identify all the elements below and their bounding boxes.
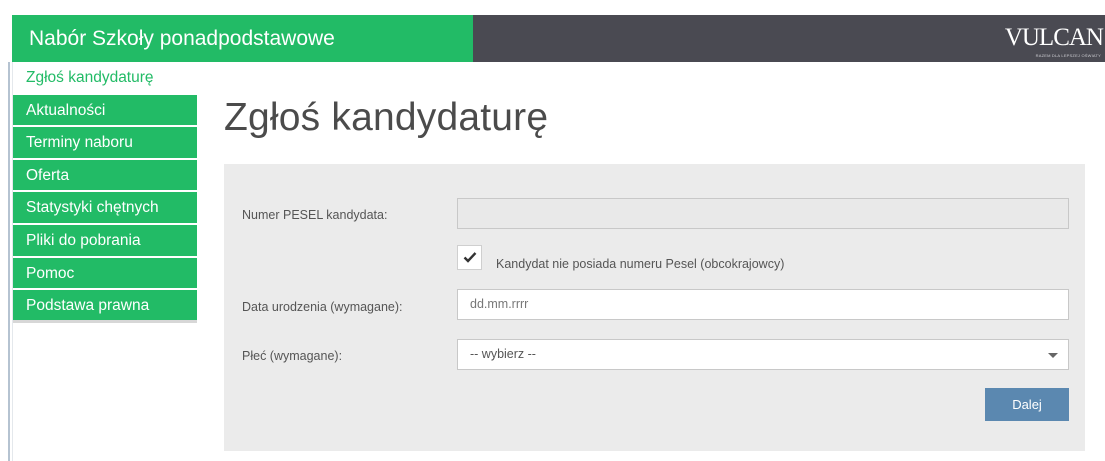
sidebar: Zgłoś kandydaturę Aktualności Terminy na… bbox=[13, 62, 197, 324]
candidate-form: Numer PESEL kandydata: Kandydat nie posi… bbox=[224, 164, 1085, 451]
sidebar-item-podstawa-prawna[interactable]: Podstawa prawna bbox=[13, 290, 197, 321]
sidebar-item-zglos-kandydature[interactable]: Zgłoś kandydaturę bbox=[13, 62, 197, 95]
sidebar-item-aktualnosci[interactable]: Aktualności bbox=[13, 94, 197, 128]
vulcan-logo-text: VULCAN bbox=[1004, 24, 1104, 51]
no-pesel-label: Kandydat nie posiada numeru Pesel (obcok… bbox=[496, 257, 785, 271]
gender-select[interactable]: -- wybierz -- bbox=[457, 339, 1069, 370]
gender-select-value: -- wybierz -- bbox=[470, 347, 536, 361]
left-divider bbox=[8, 62, 10, 461]
sidebar-item-terminy-naboru[interactable]: Terminy naboru bbox=[13, 127, 197, 160]
birthdate-input[interactable]: dd.mm.rrrr bbox=[457, 289, 1069, 320]
next-button[interactable]: Dalej bbox=[985, 388, 1069, 421]
vulcan-logo: VULCAN RAZEM DLA LEPSZEJ OŚWIATY bbox=[997, 19, 1105, 59]
sidebar-item-statystyki-chetnych[interactable]: Statystyki chętnych bbox=[13, 192, 197, 225]
sidebar-item-pliki-do-pobrania[interactable]: Pliki do pobrania bbox=[13, 224, 197, 258]
sidebar-item-oferta[interactable]: Oferta bbox=[13, 159, 197, 193]
pesel-label: Numer PESEL kandydata: bbox=[242, 208, 388, 222]
page-title: Zgłoś kandydaturę bbox=[224, 96, 549, 139]
app-title: Nabór Szkoły ponadpodstawowe bbox=[12, 15, 473, 62]
app-header: Nabór Szkoły ponadpodstawowe VULCAN RAZE… bbox=[12, 15, 1105, 62]
vulcan-logo-subtext: RAZEM DLA LEPSZEJ OŚWIATY bbox=[1035, 53, 1101, 58]
pesel-input[interactable] bbox=[457, 198, 1069, 229]
gender-label: Płeć (wymagane): bbox=[242, 349, 343, 363]
sidebar-item-pomoc[interactable]: Pomoc bbox=[13, 257, 197, 291]
header-bar: VULCAN RAZEM DLA LEPSZEJ OŚWIATY bbox=[473, 15, 1105, 62]
birthdate-label: Data urodzenia (wymagane): bbox=[242, 300, 403, 314]
no-pesel-checkbox[interactable] bbox=[457, 245, 482, 270]
caret-down-icon bbox=[1048, 353, 1058, 358]
check-icon bbox=[463, 252, 477, 263]
sidebar-bottom-divider bbox=[13, 320, 197, 324]
